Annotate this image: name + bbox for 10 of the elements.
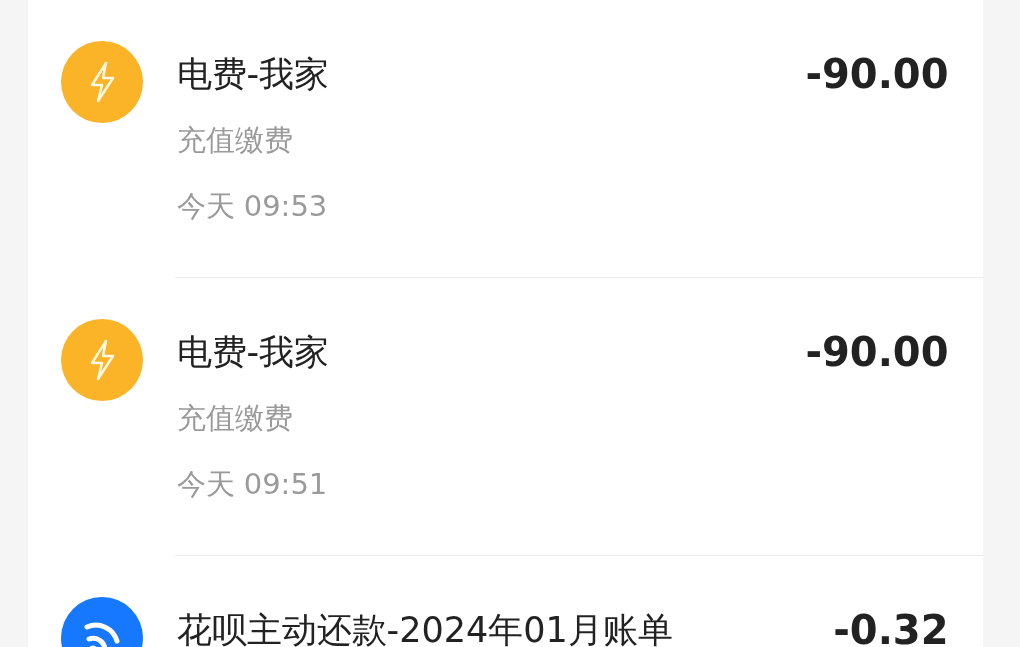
transaction-amount: -90.00 (805, 329, 949, 375)
transaction-amount: -0.32 (833, 607, 949, 647)
transaction-category: 充值缴费 (176, 400, 293, 437)
transaction-time: 今天 09:51 (176, 466, 328, 503)
transaction-category: 充值缴费 (176, 122, 293, 159)
transaction-amount: -90.00 (805, 51, 949, 97)
transaction-title: 花呗主动还款-2024年01月账单 (176, 608, 673, 647)
transaction-time: 今天 09:53 (176, 188, 328, 225)
transaction-title: 电费-我家 (176, 330, 330, 374)
transaction-title: 电费-我家 (176, 52, 330, 96)
